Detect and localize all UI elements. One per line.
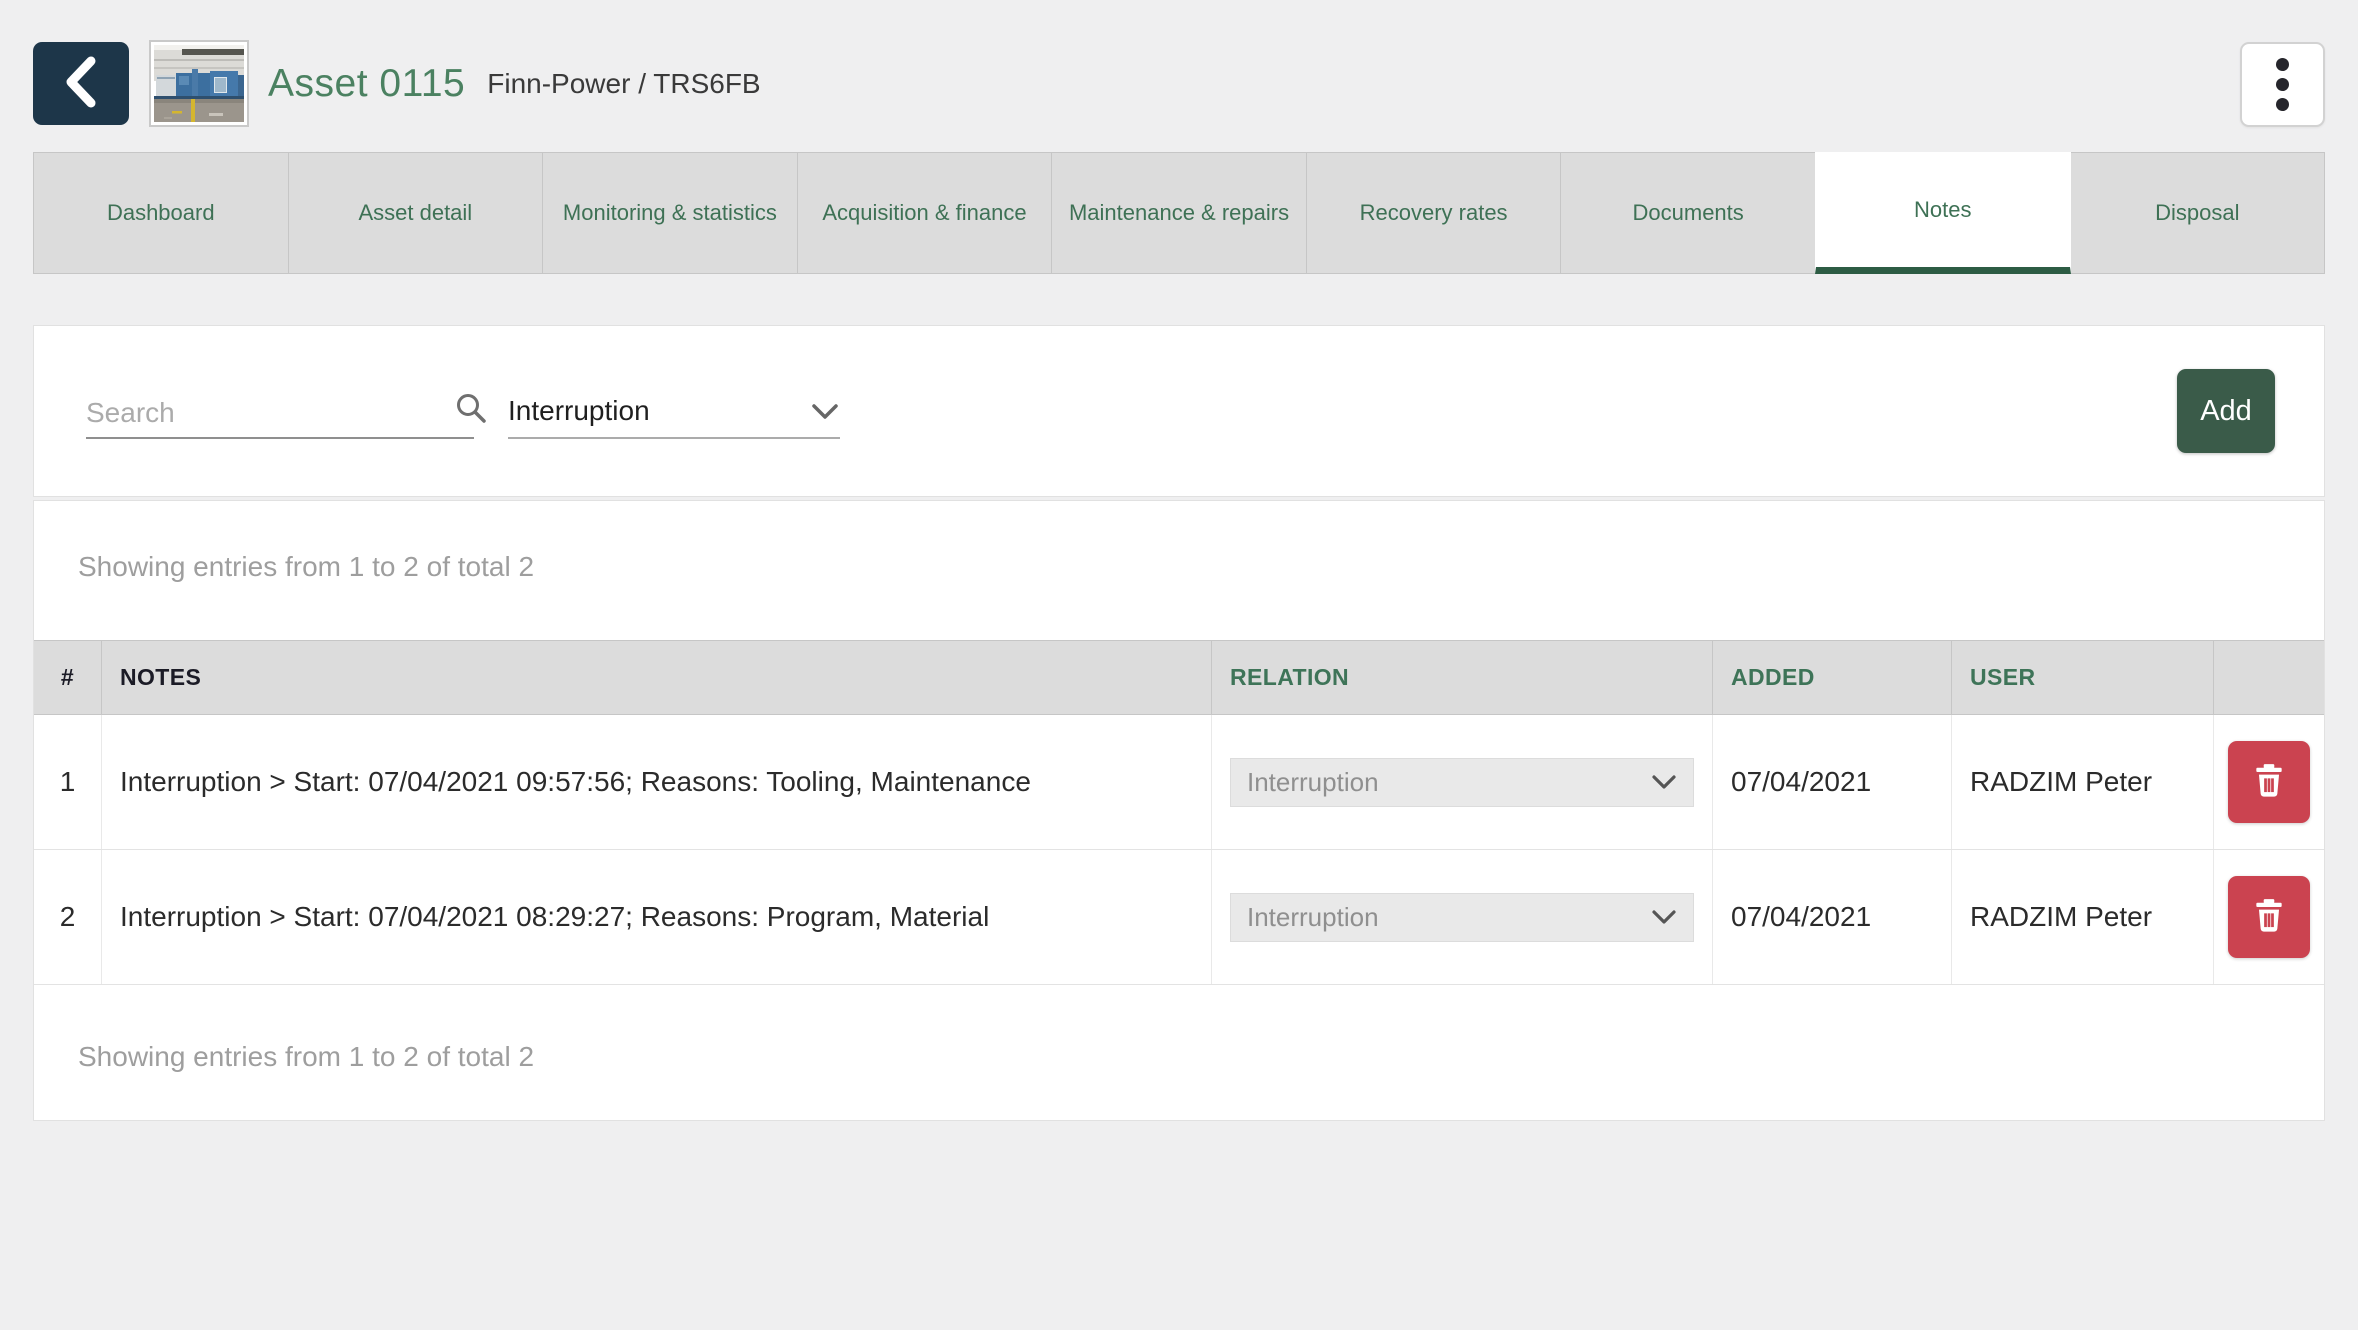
search-field — [86, 383, 474, 439]
relation-select-value: Interruption — [1247, 767, 1379, 798]
tab-acquisition-finance[interactable]: Acquisition & finance — [797, 152, 1053, 274]
header-actions — [2213, 641, 2324, 714]
relation-filter-select[interactable]: Interruption — [508, 383, 840, 439]
cell-relation: Interruption — [1211, 850, 1712, 984]
notes-table: # NOTES RELATION ADDED USER 1 Interrupti… — [34, 640, 2324, 985]
back-button[interactable] — [33, 42, 129, 125]
cell-added: 07/04/2021 — [1712, 715, 1951, 849]
table-header-row: # NOTES RELATION ADDED USER — [34, 640, 2324, 715]
entries-summary-bottom: Showing entries from 1 to 2 of total 2 — [78, 1041, 534, 1073]
table-row: 2 Interruption > Start: 07/04/2021 08:29… — [34, 850, 2324, 985]
header-relation[interactable]: RELATION — [1211, 641, 1712, 714]
header-added[interactable]: ADDED — [1712, 641, 1951, 714]
tab-maintenance-repairs[interactable]: Maintenance & repairs — [1051, 152, 1307, 274]
cell-user: RADZIM Peter — [1951, 850, 2213, 984]
entries-summary-top: Showing entries from 1 to 2 of total 2 — [78, 551, 534, 583]
tab-label: Documents — [1633, 197, 1744, 229]
cell-index: 1 — [34, 715, 101, 849]
tab-label: Monitoring & statistics — [563, 197, 777, 229]
tab-label: Asset detail — [358, 197, 472, 229]
relation-select[interactable]: Interruption — [1230, 758, 1694, 807]
cell-index: 2 — [34, 850, 101, 984]
filter-panel: Interruption Add — [33, 325, 2325, 497]
table-row: 1 Interruption > Start: 07/04/2021 09:57… — [34, 715, 2324, 850]
header-index: # — [34, 641, 101, 714]
trash-icon — [2250, 762, 2288, 803]
tab-label: Recovery rates — [1360, 197, 1508, 229]
tab-documents[interactable]: Documents — [1560, 152, 1816, 274]
tab-disposal[interactable]: Disposal — [2070, 152, 2326, 274]
tab-notes[interactable]: Notes — [1815, 152, 2071, 274]
delete-button[interactable] — [2228, 876, 2310, 958]
page-title: Asset 0115 — [268, 62, 465, 106]
chevron-down-icon — [810, 402, 840, 427]
add-button[interactable]: Add — [2177, 369, 2275, 453]
tab-label: Notes — [1914, 194, 1971, 226]
cell-relation: Interruption — [1211, 715, 1712, 849]
tab-dashboard[interactable]: Dashboard — [33, 152, 289, 274]
chevron-left-icon — [59, 53, 103, 114]
page-title-row: Asset 0115 Finn-Power / TRS6FB — [268, 40, 761, 128]
relation-select[interactable]: Interruption — [1230, 893, 1694, 942]
tab-label: Dashboard — [107, 197, 215, 229]
tab-label: Acquisition & finance — [822, 197, 1026, 229]
factory-photo-icon — [154, 45, 244, 122]
delete-button[interactable] — [2228, 741, 2310, 823]
more-options-button[interactable] — [2240, 42, 2325, 127]
tab-label: Maintenance & repairs — [1069, 197, 1289, 229]
relation-filter-value: Interruption — [508, 395, 650, 427]
relation-select-value: Interruption — [1247, 902, 1379, 933]
header-notes: NOTES — [101, 641, 1211, 714]
asset-thumbnail — [149, 40, 249, 127]
cell-note: Interruption > Start: 07/04/2021 08:29:2… — [101, 850, 1211, 984]
cell-actions — [2213, 715, 2324, 849]
tab-monitoring-statistics[interactable]: Monitoring & statistics — [542, 152, 798, 274]
chevron-down-icon — [1651, 767, 1677, 798]
trash-icon — [2250, 897, 2288, 938]
tab-bar: Dashboard Asset detail Monitoring & stat… — [33, 152, 2325, 274]
search-icon — [455, 392, 487, 429]
page-subtitle: Finn-Power / TRS6FB — [487, 68, 760, 100]
chevron-down-icon — [1651, 902, 1677, 933]
tab-recovery-rates[interactable]: Recovery rates — [1306, 152, 1562, 274]
cell-user: RADZIM Peter — [1951, 715, 2213, 849]
cell-note: Interruption > Start: 07/04/2021 09:57:5… — [101, 715, 1211, 849]
tab-asset-detail[interactable]: Asset detail — [288, 152, 544, 274]
cell-added: 07/04/2021 — [1712, 850, 1951, 984]
notes-panel: Showing entries from 1 to 2 of total 2 #… — [33, 500, 2325, 1121]
cell-actions — [2213, 850, 2324, 984]
tab-label: Disposal — [2155, 197, 2239, 229]
header-user[interactable]: USER — [1951, 641, 2213, 714]
search-input[interactable] — [86, 397, 447, 429]
